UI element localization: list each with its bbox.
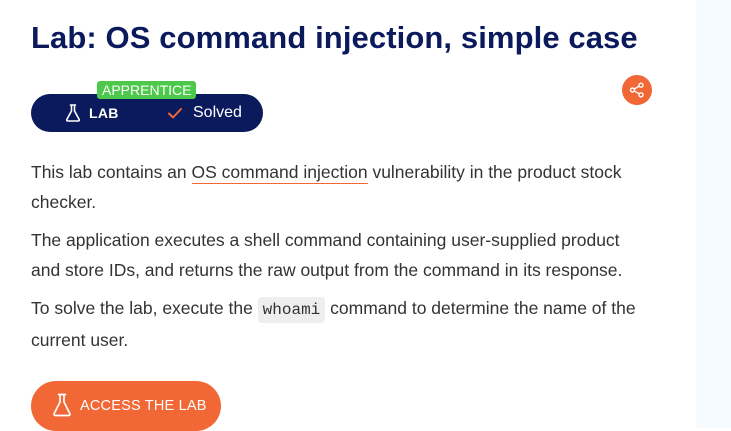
description-paragraph: This lab contains an OS command injectio… [31, 162, 622, 212]
main-content: Lab: OS command injection, simple case A… [0, 0, 696, 431]
flask-icon [65, 104, 81, 122]
page-title: Lab: OS command injection, simple case [31, 20, 638, 55]
whoami-code: whoami [257, 297, 326, 323]
share-button[interactable] [622, 75, 652, 105]
access-lab-label: ACCESS THE LAB [80, 398, 207, 414]
check-icon [168, 108, 182, 119]
os-command-injection-link[interactable]: OS command injection [191, 162, 368, 184]
level-badge: APPRENTICE [97, 81, 197, 99]
description-paragraph: The application executes a shell command… [31, 230, 623, 280]
flask-icon [53, 393, 71, 417]
access-lab-button[interactable]: ACCESS THE LAB [31, 381, 221, 431]
share-icon [629, 82, 644, 98]
lab-status-pill: LAB Solved [31, 94, 263, 132]
lab-label: LAB [89, 105, 119, 121]
side-panel [696, 0, 731, 428]
status-label: Solved [193, 104, 242, 121]
description-paragraph: To solve the lab, execute the whoami com… [31, 297, 636, 350]
